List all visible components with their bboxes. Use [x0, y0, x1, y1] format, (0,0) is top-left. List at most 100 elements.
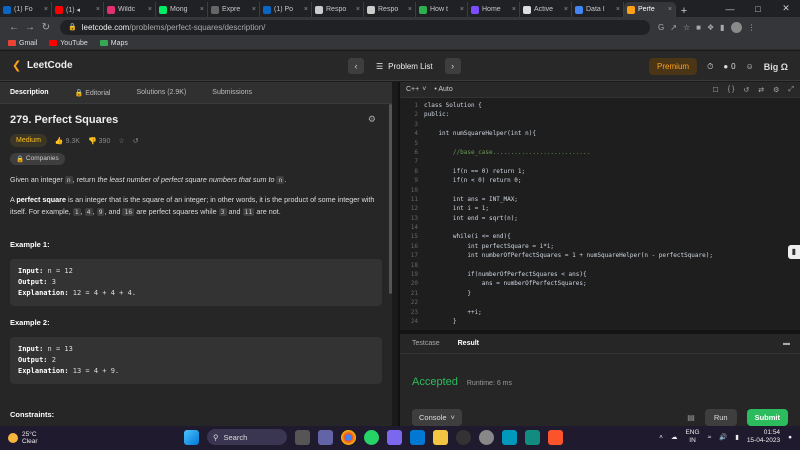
browser-tab[interactable]: (1) Po × [260, 2, 312, 17]
share-icon[interactable]: ↗ [670, 23, 677, 32]
reset-icon[interactable]: ↺ [743, 86, 749, 94]
timer-icon[interactable]: ⏱ [707, 62, 713, 72]
code-icon[interactable]: ⇄ [758, 86, 764, 94]
tab-result[interactable]: Result [458, 340, 479, 347]
cloud-icon[interactable]: ☁ [671, 433, 678, 441]
vscode-icon[interactable] [410, 429, 425, 445]
chrome-icon[interactable] [341, 429, 356, 445]
chat-icon[interactable] [318, 429, 333, 445]
browser-tab[interactable]: Expre × [208, 2, 260, 17]
close-window-icon[interactable]: ✕ [772, 3, 800, 14]
wifi-icon[interactable]: ≈ [708, 434, 712, 441]
gear-icon[interactable]: ⚙ [773, 86, 779, 94]
whatsapp-desktop-icon[interactable] [525, 429, 540, 445]
browser-tab[interactable]: Perfe × [624, 2, 676, 17]
browser-tab[interactable]: Active × [520, 2, 572, 17]
tab-close-icon[interactable]: × [44, 6, 48, 13]
volume-icon[interactable]: 🔊 [719, 433, 727, 441]
reload-icon[interactable]: ↻ [38, 22, 54, 33]
file-explorer-icon[interactable] [433, 429, 448, 445]
tab-close-icon[interactable]: × [564, 6, 568, 13]
new-tab-button[interactable]: + [676, 5, 692, 17]
app-icon[interactable] [479, 429, 494, 445]
tab-close-icon[interactable]: × [96, 6, 100, 13]
whatsapp-icon[interactable] [364, 429, 379, 445]
bookmark-gmail[interactable]: Gmail [8, 40, 37, 47]
auto-mode-toggle[interactable]: • Auto [434, 86, 452, 93]
maximize-icon[interactable]: □ [744, 4, 772, 14]
browser-tab[interactable]: Home × [468, 2, 520, 17]
forward-icon[interactable]: → [22, 22, 38, 33]
tab-close-icon[interactable]: × [460, 6, 464, 13]
weather-widget[interactable]: 25°C Clear [8, 431, 38, 445]
task-view-icon[interactable] [295, 429, 310, 445]
prev-problem-button[interactable]: ‹ [348, 58, 364, 74]
browser-tab[interactable]: How t × [416, 2, 468, 17]
menu-icon[interactable]: ⋮ [748, 23, 756, 32]
tab-close-icon[interactable]: × [616, 6, 620, 13]
tab-close-icon[interactable]: × [668, 6, 672, 13]
extension-icon[interactable]: ■ [696, 23, 701, 32]
notification-icon[interactable]: ● [788, 434, 792, 441]
browser-tab[interactable]: Data I × [572, 2, 624, 17]
language-select[interactable]: C++ ˅ [406, 86, 426, 93]
share-icon[interactable]: ↺ [133, 137, 139, 145]
avatar[interactable]: ☺ [746, 62, 754, 71]
side-panel-icon[interactable]: ▮ [788, 245, 800, 259]
bookmark-icon[interactable]: ☐ [712, 86, 718, 94]
url-input[interactable]: 🔒 leetcode.com /problems/perfect-squares… [60, 19, 650, 35]
user-name[interactable]: Big Ω [764, 62, 788, 72]
google-icon[interactable]: G [658, 23, 664, 32]
profile-avatar[interactable] [730, 21, 742, 33]
browser-tab[interactable]: Respo × [312, 2, 364, 17]
streak-counter[interactable]: ● 0 [723, 62, 735, 71]
puzzle-icon[interactable]: ❖ [707, 23, 714, 32]
tab-editorial[interactable]: 🔒 Editorial [75, 89, 111, 97]
tab-close-icon[interactable]: × [200, 6, 204, 13]
upload-icon[interactable]: ▤ [687, 413, 695, 422]
tab-close-icon[interactable]: × [252, 6, 256, 13]
tab-close-icon[interactable]: × [304, 6, 308, 13]
sidebar-icon[interactable]: ▮ [720, 23, 724, 32]
leetcode-logo[interactable]: ❮ LeetCode [12, 60, 73, 72]
browser-tab[interactable]: Wildc × [104, 2, 156, 17]
settings-icon[interactable]: ⚙ [368, 114, 376, 125]
fullscreen-icon[interactable]: ⤢ [788, 86, 794, 94]
taskbar-search[interactable]: ⚲ Search [207, 429, 287, 445]
run-button[interactable]: Run [704, 408, 737, 426]
next-problem-button[interactable]: › [444, 58, 461, 74]
bookmark-youtube[interactable]: YouTube [49, 40, 88, 47]
messenger-icon[interactable] [387, 429, 402, 445]
tab-close-icon[interactable]: × [512, 6, 516, 13]
back-icon[interactable]: ← [6, 22, 22, 33]
minimize-icon[interactable]: — [716, 4, 744, 14]
browser-tab[interactable]: Respo × [364, 2, 416, 17]
tab-testcase[interactable]: Testcase [412, 340, 440, 347]
tab-solutions[interactable]: Solutions (2.9K) [136, 89, 186, 96]
tab-close-icon[interactable]: × [148, 6, 152, 13]
brave-icon[interactable] [548, 429, 563, 445]
collapse-icon[interactable]: ▬ [783, 340, 790, 347]
description-scrollbar[interactable] [389, 104, 392, 294]
tray-chevron-icon[interactable]: ˄ [659, 434, 663, 441]
tab-submissions[interactable]: Submissions [212, 89, 252, 96]
language-indicator[interactable]: ENG IN [685, 429, 699, 445]
tab-close-icon[interactable]: × [408, 6, 412, 13]
console-button[interactable]: Console ˅ [412, 408, 462, 426]
dislike-button[interactable]: 👎 390 [88, 137, 110, 145]
battery-icon[interactable]: ▮ [735, 433, 739, 441]
submit-button[interactable]: Submit [746, 408, 788, 426]
tab-description[interactable]: Description [10, 89, 49, 96]
problem-list-button[interactable]: ☰ Problem List [370, 62, 439, 71]
tab-close-icon[interactable]: × [356, 6, 360, 13]
github-icon[interactable] [456, 429, 471, 445]
browser-tab[interactable]: (1) ◂ × [52, 2, 104, 17]
browser-tab[interactable]: Mong × [156, 2, 208, 17]
bookmark-star-icon[interactable]: ☆ [683, 23, 690, 32]
like-button[interactable]: 👍 9.3K [55, 137, 80, 145]
browser-tab[interactable]: (1) Fo × [0, 2, 52, 17]
companies-tag[interactable]: 🔒 Companies [10, 153, 65, 165]
favorite-star-icon[interactable]: ☆ [118, 137, 124, 145]
braces-icon[interactable]: { } [728, 86, 735, 94]
photos-icon[interactable] [502, 429, 517, 445]
